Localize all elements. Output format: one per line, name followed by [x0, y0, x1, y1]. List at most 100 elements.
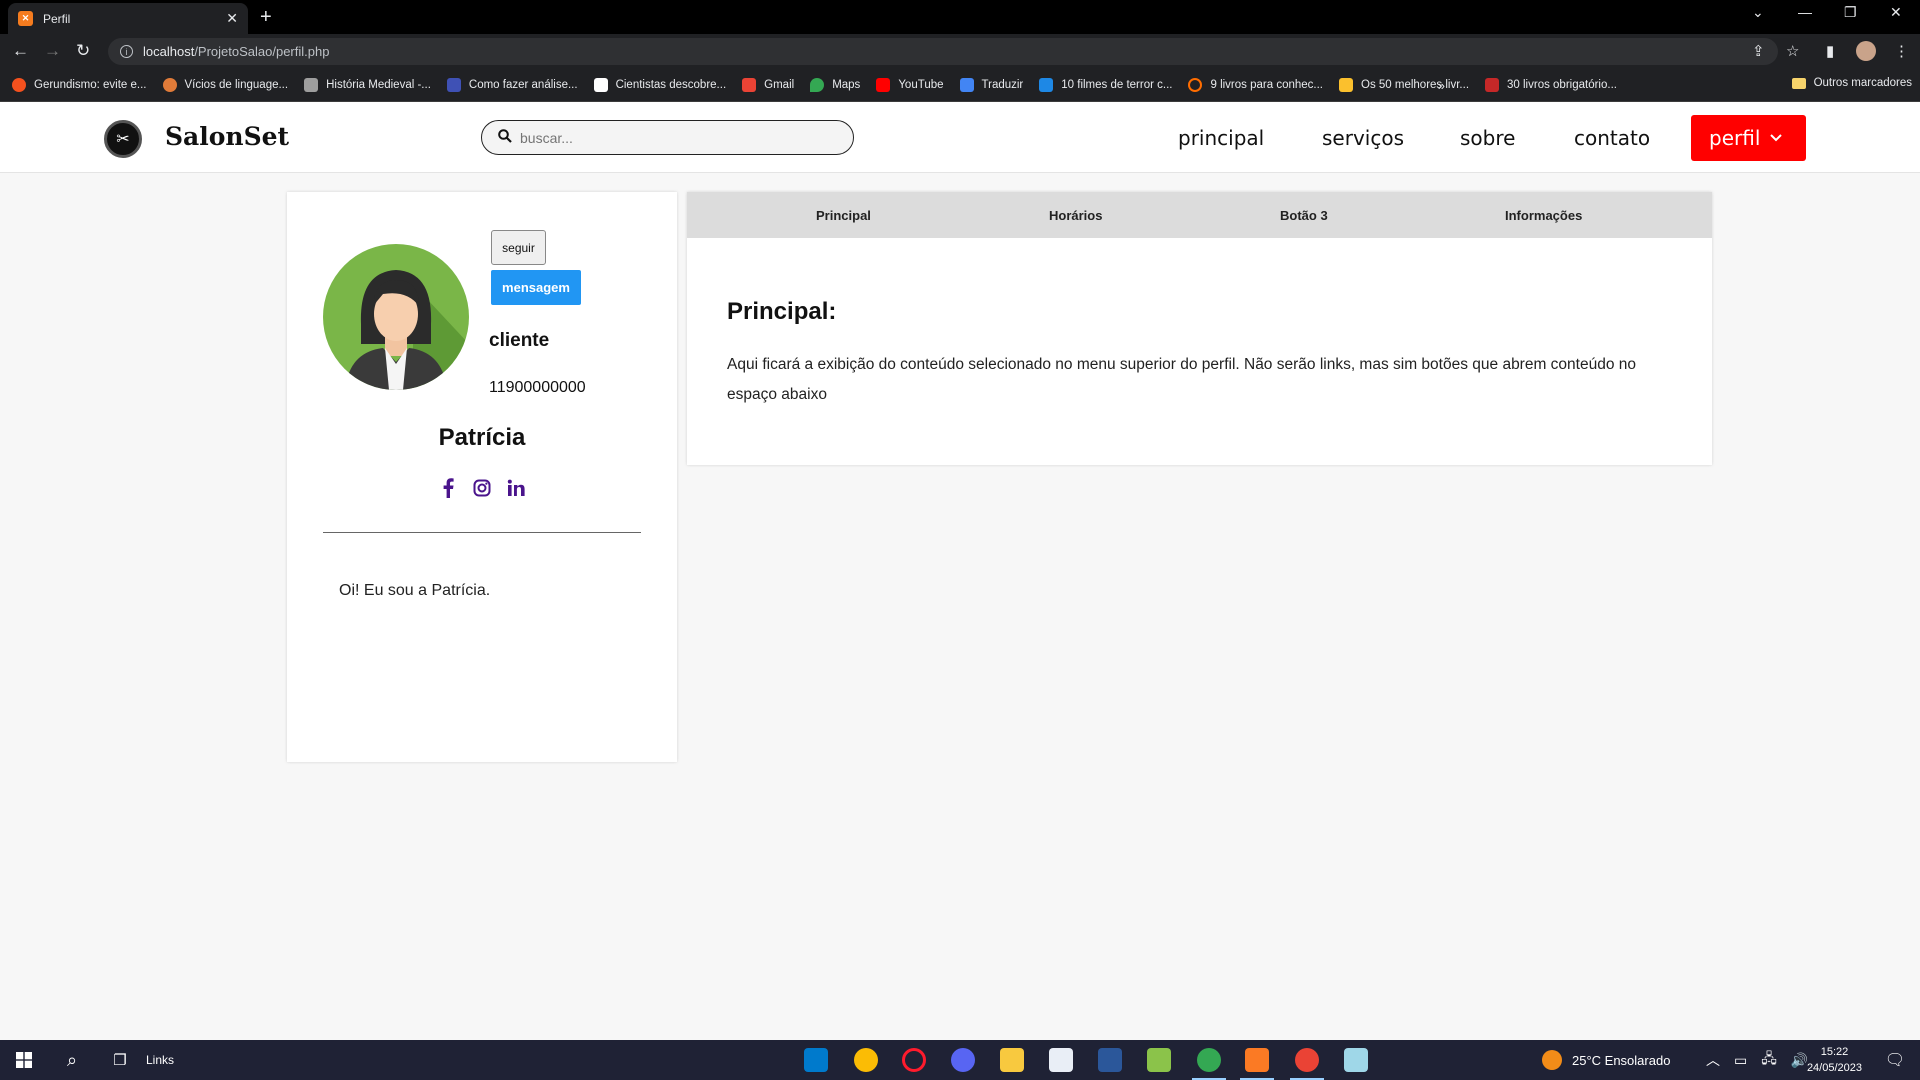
tab-horarios[interactable]: Horários: [1049, 208, 1102, 223]
other-bookmarks-folder[interactable]: Outros marcadores: [1791, 77, 1912, 89]
tab-principal[interactable]: Principal: [816, 208, 871, 223]
volume-icon[interactable]: 🔊: [1791, 1052, 1808, 1069]
close-window-icon[interactable]: ✕: [1890, 4, 1902, 21]
tab-title: Perfil: [43, 11, 71, 26]
reload-icon[interactable]: ↻: [76, 41, 90, 61]
browser-tab-bar: ✕ Perfil ✕ + ⌄ — ❐ ✕: [0, 0, 1920, 34]
bookmark-item[interactable]: 9 livros para conhec...: [1188, 77, 1323, 92]
bookmark-item[interactable]: 10 filmes de terror c...: [1039, 77, 1172, 92]
task-view-icon[interactable]: ❐: [106, 1040, 134, 1080]
nav-servicos[interactable]: serviços: [1322, 126, 1404, 150]
nav-sobre[interactable]: sobre: [1460, 126, 1515, 150]
sun-icon: [1542, 1050, 1562, 1070]
profile-bio: Oi! Eu sou a Patrícia.: [339, 582, 491, 599]
opera-icon[interactable]: [902, 1048, 926, 1072]
bookmark-item[interactable]: Gerundismo: evite e...: [12, 77, 147, 92]
message-button[interactable]: mensagem: [491, 270, 581, 305]
bookmark-favicon-icon: [1188, 77, 1203, 92]
linkedin-icon[interactable]: [506, 478, 526, 498]
more-bookmarks-icon[interactable]: »: [1438, 78, 1445, 93]
chrome-profile-icon[interactable]: [1197, 1048, 1221, 1072]
xampp-favicon-icon: ✕: [18, 11, 33, 26]
back-icon[interactable]: ←: [12, 41, 29, 61]
bookmark-item[interactable]: YouTube: [876, 77, 944, 92]
instagram-icon[interactable]: [472, 478, 492, 498]
bookmark-favicon-icon: [304, 77, 319, 92]
discord-icon[interactable]: [951, 1048, 975, 1072]
profile-avatar-icon[interactable]: [1856, 41, 1876, 61]
brand-name[interactable]: SalonSet: [165, 122, 289, 151]
windows-start-icon[interactable]: [10, 1040, 38, 1080]
notepad-icon[interactable]: [1344, 1048, 1368, 1072]
bookmark-item[interactable]: Gmail: [742, 77, 794, 92]
xampp-icon[interactable]: [1245, 1048, 1269, 1072]
profile-button-label: perfil: [1709, 126, 1761, 150]
bookmark-favicon-icon: [446, 77, 461, 92]
browser-tab[interactable]: ✕ Perfil ✕: [8, 3, 248, 34]
chevron-up-icon[interactable]: ︿: [1706, 1050, 1720, 1070]
windows-taskbar: ⌕ ❐ Links 25°C Ensolarado ︿ ▭ 🖧 🔊 15:22 …: [0, 1040, 1920, 1080]
bookmark-item[interactable]: Como fazer análise...: [446, 77, 578, 92]
bookmark-favicon-icon: [12, 77, 26, 92]
bookmark-star-icon[interactable]: ☆: [1786, 42, 1799, 60]
bookmark-item[interactable]: Traduzir: [959, 77, 1023, 92]
translate-icon: [959, 77, 974, 92]
site-header: ✂ SalonSet principal serviços sobre cont…: [0, 102, 1920, 173]
word-icon[interactable]: [1098, 1048, 1122, 1072]
bookmark-favicon-icon: [593, 77, 608, 92]
content-title: Principal:: [727, 298, 837, 325]
forward-icon[interactable]: →: [44, 41, 61, 61]
store-icon[interactable]: [1049, 1048, 1073, 1072]
system-tray: ︿ ▭ 🖧 🔊: [1706, 1040, 1808, 1080]
url-host: localhost: [143, 44, 195, 59]
tab-botao-3[interactable]: Botão 3: [1280, 208, 1328, 223]
bookmark-item[interactable]: Vícios de linguage...: [162, 77, 288, 92]
vscode-icon[interactable]: [804, 1048, 828, 1072]
notifications-icon[interactable]: 🗨: [1884, 1040, 1906, 1080]
chrome-profile-2-icon[interactable]: [1295, 1048, 1319, 1072]
side-panel-icon[interactable]: ▮: [1826, 42, 1834, 60]
bookmark-item[interactable]: História Medieval -...: [304, 77, 431, 92]
restore-icon[interactable]: ❐: [1844, 4, 1857, 21]
nav-principal[interactable]: principal: [1178, 126, 1264, 150]
gmail-icon: [742, 77, 757, 92]
chrome-icon[interactable]: [854, 1048, 878, 1072]
facebook-icon[interactable]: [438, 478, 458, 498]
social-links: [287, 478, 677, 498]
new-tab-icon[interactable]: +: [260, 6, 272, 29]
clock[interactable]: 15:22 24/05/2023: [1807, 1044, 1862, 1076]
nav-contato[interactable]: contato: [1574, 126, 1650, 150]
search-icon: [498, 129, 512, 146]
links-toolbar[interactable]: Links: [146, 1040, 174, 1080]
profile-card: seguir mensagem cliente 11900000000 Patr…: [287, 192, 677, 762]
url-path: /ProjetoSalao/perfil.php: [194, 44, 330, 59]
meet-now-icon[interactable]: ▭: [1734, 1052, 1747, 1069]
network-icon[interactable]: 🖧: [1761, 1048, 1777, 1072]
search-input[interactable]: [520, 129, 820, 146]
bookmark-item[interactable]: Maps: [810, 77, 860, 92]
profile-dropdown-button[interactable]: perfil: [1691, 115, 1806, 161]
bookmark-item[interactable]: Cientistas descobre...: [593, 77, 726, 92]
bookmark-item[interactable]: 30 livros obrigatório...: [1485, 77, 1617, 92]
weather-widget[interactable]: 25°C Ensolarado: [1542, 1040, 1670, 1080]
bookmark-item[interactable]: Os 50 melhores livr...: [1339, 77, 1469, 92]
menu-kebab-icon[interactable]: ⋮: [1894, 42, 1909, 60]
follow-button[interactable]: seguir: [491, 230, 546, 265]
tab-informacoes[interactable]: Informações: [1505, 208, 1582, 223]
file-explorer-icon[interactable]: [1000, 1048, 1024, 1072]
site-info-icon[interactable]: i: [120, 45, 133, 58]
profile-name: Patrícia: [438, 424, 526, 451]
bookmark-favicon-icon: [162, 77, 177, 92]
bluestacks-icon[interactable]: [1147, 1048, 1171, 1072]
panel-tabs: Principal Horários Botão 3 Informações: [687, 192, 1712, 238]
url-field[interactable]: i localhost /ProjetoSalao/perfil.php: [108, 38, 1778, 65]
close-tab-icon[interactable]: ✕: [226, 10, 238, 27]
tab-search-icon[interactable]: ⌄: [1752, 4, 1764, 21]
bookmark-favicon-icon: [1339, 77, 1353, 92]
search-icon[interactable]: ⌕: [58, 1040, 86, 1080]
share-icon[interactable]: ⇪: [1752, 42, 1765, 60]
minimize-icon[interactable]: —: [1798, 4, 1812, 20]
scissors-logo-icon[interactable]: ✂: [104, 120, 142, 158]
maps-icon: [810, 77, 825, 92]
divider: [323, 532, 641, 533]
